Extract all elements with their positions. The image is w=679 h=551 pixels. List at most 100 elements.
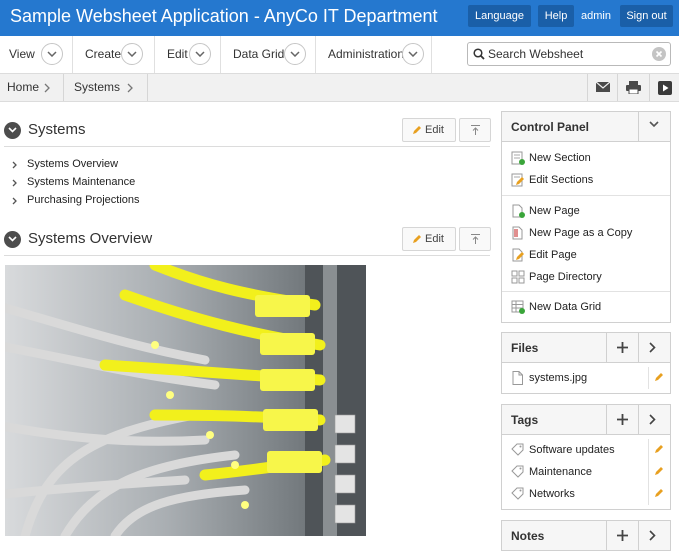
chevron-down-icon	[8, 127, 17, 133]
chevron-down-icon[interactable]	[284, 43, 306, 65]
panel-title: Control Panel	[511, 120, 590, 134]
files-panel: Files systems.jpg	[501, 332, 671, 394]
item-label: New Page as a Copy	[529, 227, 633, 239]
chevron-down-icon[interactable]	[189, 43, 211, 65]
edit-tag-button[interactable]	[648, 483, 670, 505]
item-label: Page Directory	[529, 271, 602, 283]
chevron-right-icon	[649, 342, 656, 353]
menu-label: Data Grid	[233, 47, 285, 61]
add-tag-button[interactable]	[606, 405, 638, 434]
arrow-up-icon	[471, 234, 480, 244]
pencil-icon	[655, 373, 663, 381]
file-name: systems.jpg	[529, 372, 588, 384]
panel-title: Notes	[511, 529, 545, 543]
edit-section-button[interactable]: Edit	[402, 227, 456, 251]
breadcrumb-label: Systems	[74, 80, 121, 94]
menu-administration[interactable]: Administration	[316, 36, 432, 73]
panel-header: Tags	[502, 405, 670, 435]
language-button[interactable]: Language	[468, 5, 531, 27]
item-label: New Page	[529, 205, 580, 217]
file-icon	[512, 371, 523, 385]
menu-data-grid[interactable]: Data Grid	[221, 36, 316, 73]
app-header: Sample Websheet Application - AnyCo IT D…	[0, 0, 679, 36]
tag-label: Maintenance	[529, 466, 592, 478]
add-file-button[interactable]	[606, 333, 638, 362]
panel-header: Files	[502, 333, 670, 363]
chevron-right-icon	[127, 83, 133, 93]
view-files-button[interactable]	[638, 333, 670, 362]
breadcrumb-systems[interactable]: Systems	[64, 74, 148, 101]
plus-icon	[617, 342, 628, 353]
menu-view[interactable]: View	[0, 36, 73, 73]
menu-edit[interactable]: Edit	[155, 36, 221, 73]
presentation-button[interactable]	[649, 74, 679, 101]
tag-icon	[511, 443, 524, 456]
tags-panel: Tags Software updates Maintenance Networ…	[501, 404, 671, 510]
control-panel: Control Panel New Section Edit Sections …	[501, 111, 671, 323]
chevron-down-icon[interactable]	[41, 43, 63, 65]
chevron-right-icon	[12, 179, 17, 187]
print-button[interactable]	[617, 74, 647, 101]
arrow-up-icon	[471, 125, 480, 135]
view-tags-button[interactable]	[638, 405, 670, 434]
section-title: Systems Overview	[28, 230, 153, 247]
menu-label: Administration	[328, 47, 405, 61]
section-header-systems: Systems Edit	[4, 115, 491, 147]
chevron-down-icon	[8, 236, 17, 242]
chevron-down-icon[interactable]	[402, 43, 424, 65]
edit-sections-icon	[511, 173, 524, 187]
tag-label: Software updates	[529, 444, 615, 456]
chevron-right-icon	[649, 414, 656, 425]
user-name: admin	[581, 10, 611, 22]
chevron-right-icon	[12, 161, 17, 169]
tag-label: Networks	[529, 488, 575, 500]
collapse-toggle[interactable]	[4, 231, 21, 248]
panel-title: Files	[511, 341, 539, 355]
chevron-right-icon	[44, 83, 50, 93]
help-button[interactable]: Help	[538, 5, 574, 27]
play-icon	[658, 81, 672, 95]
search-input[interactable]	[488, 45, 648, 63]
back-to-top-button[interactable]	[459, 227, 491, 251]
clear-search-icon[interactable]	[652, 47, 666, 61]
item-label: New Section	[529, 152, 591, 164]
sign-out-button[interactable]: Sign out	[620, 5, 673, 27]
chevron-down-icon	[649, 121, 659, 128]
chevron-right-icon	[649, 530, 656, 541]
tag-icon	[511, 487, 524, 500]
breadcrumb-home[interactable]: Home	[0, 74, 64, 101]
edit-section-button[interactable]: Edit	[402, 118, 456, 142]
email-button[interactable]	[587, 74, 617, 101]
print-icon	[626, 81, 641, 94]
menu-create[interactable]: Create	[73, 36, 155, 73]
tag-icon	[511, 465, 524, 478]
page-directory-icon	[511, 270, 525, 284]
section-header-systems-overview: Systems Overview Edit	[4, 224, 491, 256]
link-label: Purchasing Projections	[27, 194, 140, 206]
add-note-button[interactable]	[606, 521, 638, 550]
item-label: Edit Page	[529, 249, 577, 261]
chevron-down-icon[interactable]	[121, 43, 143, 65]
back-to-top-button[interactable]	[459, 118, 491, 142]
edit-tag-button[interactable]	[648, 439, 670, 461]
search-icon	[473, 48, 485, 60]
collapse-toggle[interactable]	[4, 122, 21, 139]
link-label: Systems Overview	[27, 158, 119, 170]
item-label: New Data Grid	[529, 301, 602, 313]
notes-panel: Notes	[501, 520, 671, 551]
plus-icon	[617, 414, 628, 425]
plus-icon	[617, 530, 628, 541]
item-label: Edit Sections	[529, 174, 594, 186]
edit-file-button[interactable]	[648, 367, 670, 389]
new-data-grid-icon	[511, 300, 525, 314]
view-notes-button[interactable]	[638, 521, 670, 550]
divider	[502, 195, 670, 196]
edit-tag-button[interactable]	[648, 461, 670, 483]
collapse-panel-button[interactable]	[638, 112, 670, 141]
new-page-icon	[512, 204, 525, 218]
pencil-icon	[655, 489, 663, 497]
breadcrumb: Home Systems	[0, 74, 679, 102]
divider	[502, 291, 670, 292]
edit-page-icon	[512, 248, 524, 262]
panel-header: Notes	[502, 521, 670, 551]
